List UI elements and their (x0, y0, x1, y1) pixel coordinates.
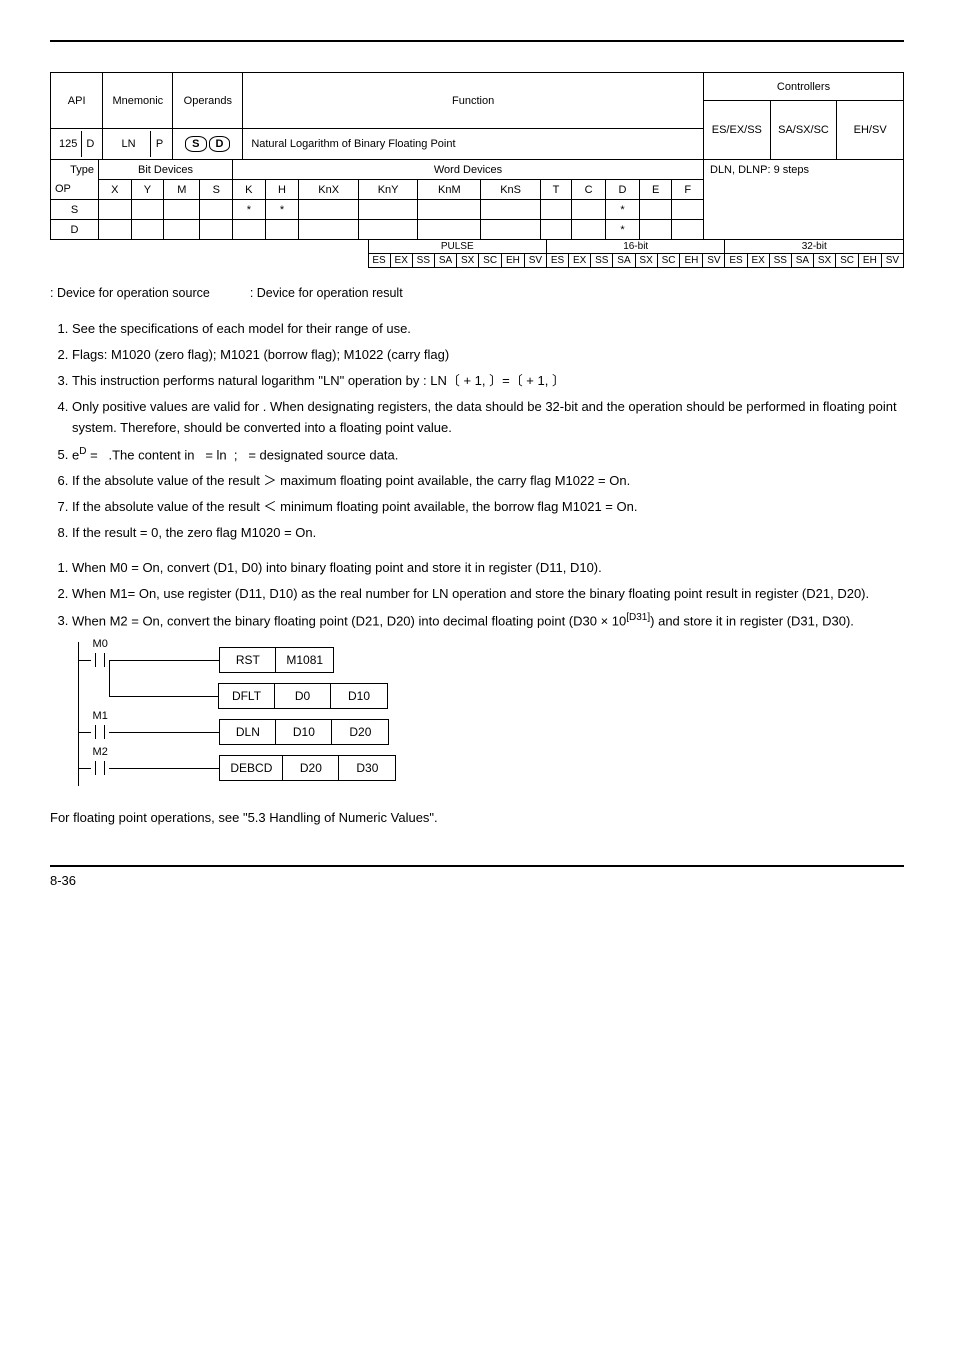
list-item: When M2 = On, convert the binary floatin… (72, 607, 904, 634)
ladder-diagram: M0 RST M1081 DFLT D0 D10 M1 (78, 642, 904, 786)
list-item: This instruction performs natural logari… (72, 368, 904, 394)
api-header-table: API Mnemonic Operands Function Controlle… (50, 72, 904, 160)
instruction-box: DFLT D0 D10 (218, 683, 388, 709)
list-item: If the result = 0, the zero flag M1020 =… (72, 520, 904, 546)
api-mnemonic: LN (107, 131, 150, 157)
contact-label: M2 (93, 746, 108, 758)
list-item: eD = .The content in = ln ; = designated… (72, 441, 904, 468)
page-footer: 8-36 (50, 865, 904, 888)
list-item: If the absolute value of the result ＞ ma… (72, 468, 904, 494)
api-operands: SD (173, 129, 243, 160)
list-item: When M0 = On, convert (D1, D0) into bina… (72, 555, 904, 581)
src-legend: : Device for operation source (50, 286, 210, 300)
api-function: Natural Logarithm of Binary Floating Poi… (243, 129, 704, 160)
contact-label: M1 (93, 710, 108, 722)
instruction-box: DLN D10 D20 (219, 719, 389, 745)
explanations-list: See the specifications of each model for… (50, 316, 904, 547)
page-number: 8-36 (50, 873, 76, 888)
remarks-text: For floating point operations, see "5.3 … (50, 810, 904, 825)
example-list: When M0 = On, convert (D1, D0) into bina… (50, 555, 904, 635)
instruction-box: DEBCD D20 D30 (219, 755, 396, 781)
list-item: When M1= On, use register (D11, D10) as … (72, 581, 904, 607)
steps-text: DLN, DLNP: 9 steps (710, 164, 809, 176)
api-ptype: P (150, 131, 168, 157)
operands-legend: : Device for operation source : Device f… (50, 286, 904, 300)
list-item: Only positive values are valid for . Whe… (72, 394, 904, 440)
api-dflag: D (82, 131, 98, 157)
mode-strip: PULSE 16-bit 32-bit ESEX SSSA SXSC EHSV … (50, 239, 904, 268)
dst-legend: : Device for operation result (250, 286, 403, 300)
contact-label: M0 (93, 638, 108, 650)
api-number: 125 (55, 131, 82, 157)
list-item: If the absolute value of the result ＜ mi… (72, 494, 904, 520)
list-item: Flags: M1020 (zero flag); M1021 (borrow … (72, 342, 904, 368)
operand-table: Type Bit Devices Word Devices DLN, DLNP:… (50, 159, 904, 240)
list-item: See the specifications of each model for… (72, 316, 904, 342)
top-rule (50, 40, 904, 42)
instruction-box: RST M1081 (219, 647, 334, 673)
